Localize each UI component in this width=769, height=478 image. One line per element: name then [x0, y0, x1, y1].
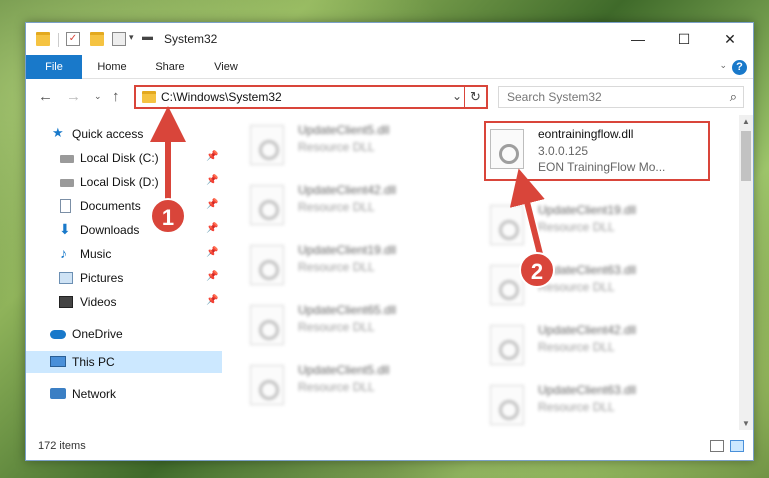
step-badge-1: 1: [150, 198, 186, 234]
arrow-step-2: [509, 168, 545, 255]
callout-arrows: [150, 106, 545, 256]
step-badge-2: 2: [519, 252, 555, 288]
